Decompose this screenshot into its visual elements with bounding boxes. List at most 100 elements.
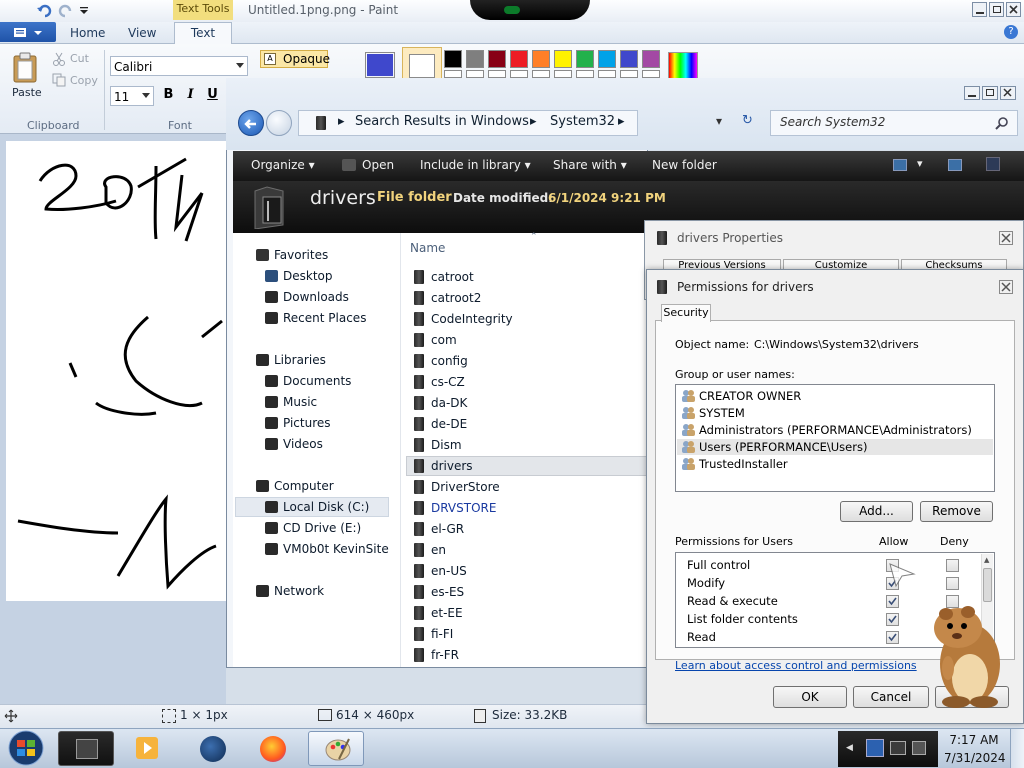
- palette-empty-swatch[interactable]: [642, 70, 660, 78]
- paste-icon[interactable]: [12, 52, 40, 84]
- nav-music[interactable]: Music: [283, 395, 317, 409]
- file-item[interactable]: el-GR: [431, 522, 464, 536]
- tab-view[interactable]: View: [128, 26, 156, 40]
- properties-close-button[interactable]: [999, 231, 1013, 245]
- nav-local-disk[interactable]: Local Disk (C:): [283, 500, 369, 514]
- palette-color-swatch[interactable]: [532, 50, 550, 68]
- add-button[interactable]: Add...: [840, 501, 913, 522]
- palette-color-swatch[interactable]: [466, 50, 484, 68]
- ok-button[interactable]: OK: [773, 686, 847, 708]
- permissions-close-button[interactable]: [999, 280, 1013, 294]
- tab-home[interactable]: Home: [70, 26, 105, 40]
- nav-documents[interactable]: Documents: [283, 374, 351, 388]
- nav-network[interactable]: Network: [274, 584, 324, 598]
- nav-desktop[interactable]: Desktop: [283, 269, 333, 283]
- allow-checkbox[interactable]: [886, 631, 899, 644]
- organize-button[interactable]: Organize ▾: [251, 158, 315, 172]
- restore-button[interactable]: [989, 2, 1004, 17]
- help-icon[interactable]: ?: [1004, 25, 1018, 39]
- user-list-item[interactable]: SYSTEM: [699, 406, 745, 420]
- security-shield-icon[interactable]: [866, 739, 884, 757]
- close-button[interactable]: [1006, 2, 1021, 17]
- italic-button[interactable]: I: [182, 87, 199, 105]
- allow-checkbox[interactable]: [886, 613, 899, 626]
- nav-favorites[interactable]: Favorites: [274, 248, 328, 262]
- file-item[interactable]: en-US: [431, 564, 467, 578]
- nav-vm-drive[interactable]: VM0b0t KevinSite: [283, 542, 389, 556]
- file-item[interactable]: CodeIntegrity: [431, 312, 513, 326]
- palette-empty-swatch[interactable]: [620, 70, 638, 78]
- palette-empty-swatch[interactable]: [576, 70, 594, 78]
- start-button[interactable]: [6, 729, 46, 767]
- taskbar-paint[interactable]: [308, 731, 364, 766]
- file-item[interactable]: cs-CZ: [431, 375, 465, 389]
- minimize-button[interactable]: [972, 2, 987, 17]
- open-button[interactable]: Open: [362, 158, 394, 172]
- file-item[interactable]: Dism: [431, 438, 462, 452]
- scroll-thumb[interactable]: [983, 568, 992, 602]
- history-dropdown-icon[interactable]: ▾: [716, 114, 722, 128]
- tab-security[interactable]: Security: [661, 304, 711, 322]
- palette-color-swatch[interactable]: [620, 50, 638, 68]
- file-item[interactable]: catroot: [431, 270, 474, 284]
- search-input[interactable]: Search System32: [770, 110, 1018, 136]
- palette-empty-swatch[interactable]: [598, 70, 616, 78]
- palette-color-swatch[interactable]: [576, 50, 594, 68]
- forward-button[interactable]: [266, 110, 292, 136]
- palette-empty-swatch[interactable]: [444, 70, 462, 78]
- file-item[interactable]: de-DE: [431, 417, 467, 431]
- palette-empty-swatch[interactable]: [488, 70, 506, 78]
- redo-icon[interactable]: [58, 3, 74, 19]
- back-button[interactable]: [238, 110, 264, 136]
- refresh-icon[interactable]: ↻: [742, 113, 753, 128]
- file-item[interactable]: fr-FR: [431, 648, 459, 662]
- view-dropdown-icon[interactable]: ▾: [917, 157, 923, 170]
- file-item[interactable]: fi-FI: [431, 627, 453, 641]
- taskbar-firefox[interactable]: [244, 731, 300, 766]
- access-control-link[interactable]: Learn about access control and permissio…: [675, 659, 917, 672]
- nav-recent-places[interactable]: Recent Places: [283, 311, 366, 325]
- deny-checkbox[interactable]: [946, 577, 959, 590]
- scroll-up-icon[interactable]: ▲: [984, 556, 989, 564]
- paint-menu-button[interactable]: [0, 22, 56, 42]
- palette-empty-swatch[interactable]: [554, 70, 572, 78]
- file-item[interactable]: com: [431, 333, 457, 347]
- file-item[interactable]: DRVSTORE: [431, 501, 496, 515]
- edit-colors-icon[interactable]: [668, 52, 698, 80]
- explorer-close-button[interactable]: [1000, 86, 1016, 100]
- color1-swatch[interactable]: [365, 52, 395, 78]
- include-in-library-button[interactable]: Include in library ▾: [420, 158, 531, 172]
- drawing-canvas[interactable]: [6, 141, 226, 601]
- file-item[interactable]: drivers: [431, 459, 473, 473]
- user-list-item[interactable]: Administrators (PERFORMANCE\Administrato…: [699, 423, 972, 437]
- underline-button[interactable]: U: [204, 87, 221, 105]
- file-item[interactable]: config: [431, 354, 468, 368]
- deny-checkbox[interactable]: [946, 559, 959, 572]
- file-item[interactable]: en: [431, 543, 446, 557]
- view-options-icon[interactable]: [893, 159, 907, 171]
- user-list-item[interactable]: TrustedInstaller: [699, 457, 788, 471]
- user-list-item[interactable]: CREATOR OWNER: [699, 389, 801, 403]
- taskbar-browser[interactable]: [184, 731, 240, 766]
- share-with-button[interactable]: Share with ▾: [553, 158, 627, 172]
- breadcrumb-system32[interactable]: System32: [550, 114, 615, 129]
- palette-color-swatch[interactable]: [444, 50, 462, 68]
- palette-color-swatch[interactable]: [598, 50, 616, 68]
- explorer-minimize-button[interactable]: [964, 86, 980, 100]
- cut-button[interactable]: Cut: [70, 52, 89, 65]
- copy-button[interactable]: Copy: [70, 74, 98, 87]
- new-folder-button[interactable]: New folder: [652, 158, 717, 172]
- nav-computer[interactable]: Computer: [274, 479, 334, 493]
- explorer-restore-button[interactable]: [982, 86, 998, 100]
- taskbar-explorer[interactable]: [58, 731, 114, 766]
- nav-videos[interactable]: Videos: [283, 437, 323, 451]
- show-desktop-button[interactable]: [1010, 729, 1024, 768]
- volume-icon[interactable]: [912, 741, 926, 755]
- palette-empty-swatch[interactable]: [510, 70, 528, 78]
- opaque-button[interactable]: A Opaque: [260, 50, 330, 68]
- font-family-select[interactable]: Calibri: [110, 56, 248, 76]
- undo-icon[interactable]: [36, 3, 52, 19]
- palette-empty-swatch[interactable]: [466, 70, 484, 78]
- customize-qat-icon[interactable]: [78, 3, 94, 19]
- nav-cd-drive[interactable]: CD Drive (E:): [283, 521, 361, 535]
